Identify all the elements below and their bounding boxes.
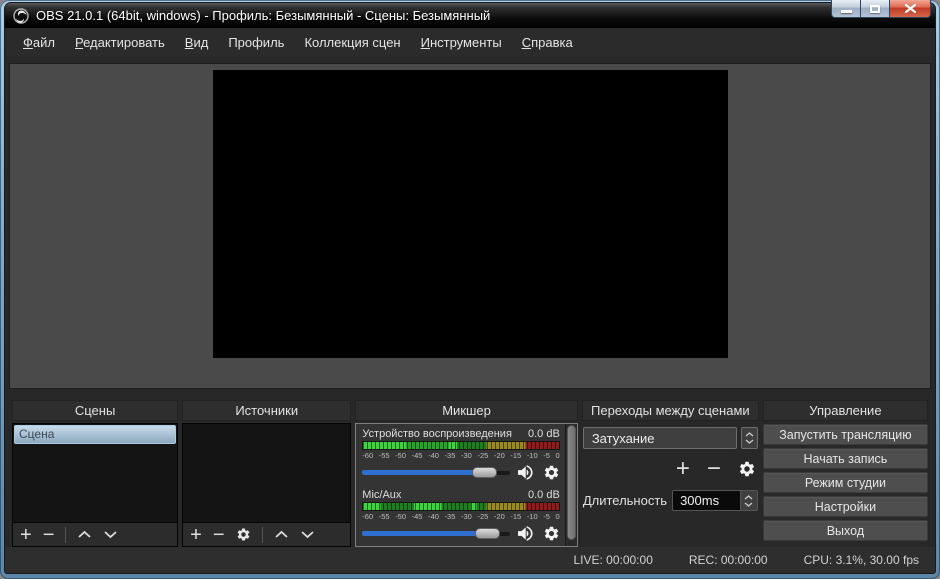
add-transition-button[interactable]: + xyxy=(676,457,690,481)
studio-mode-button[interactable]: Режим студии xyxy=(762,472,929,493)
channel-settings-gear-icon[interactable] xyxy=(543,464,560,481)
rec-time: REC: 00:00:00 xyxy=(688,553,768,567)
remove-transition-button[interactable]: − xyxy=(707,457,721,481)
menu-profile[interactable]: Профиль xyxy=(218,31,294,54)
toolbar-separator xyxy=(261,526,263,543)
close-button[interactable] xyxy=(889,0,931,18)
scenes-panel: Сцены Сцена + − xyxy=(12,400,179,547)
chevron-up-icon xyxy=(744,494,753,500)
mixer-panel: Микшер Устройство воспроизведения 0.0 dB… xyxy=(355,400,578,547)
scenes-toolbar: + − xyxy=(13,522,178,546)
source-properties-gear-icon[interactable] xyxy=(236,527,251,542)
sources-panel: Источники + − xyxy=(182,400,352,547)
sources-list[interactable] xyxy=(183,424,350,522)
scene-down-button[interactable] xyxy=(103,530,118,539)
volume-meter xyxy=(362,502,560,511)
settings-button[interactable]: Настройки xyxy=(762,496,929,517)
minimize-icon xyxy=(840,9,852,13)
controls-panel: Управление Запустить трансляцию Начать з… xyxy=(762,400,929,547)
mixer-channel-mic-aux: Mic/Aux 0.0 dB -60 -55 -50 -45 -40 -35 -30 -25-… xyxy=(362,488,560,544)
minimize-button[interactable] xyxy=(831,0,861,18)
dock-panels: Сцены Сцена + − Источники + − Микшер Уст… xyxy=(5,389,935,547)
window-frame: OBS 21.0.1 (64bit, windows) - Профиль: Б… xyxy=(0,0,940,579)
maximize-button[interactable] xyxy=(861,0,889,18)
start-recording-button[interactable]: Начать запись xyxy=(762,448,929,469)
window-controls xyxy=(831,0,931,18)
meter-scale: -60 -55 -50 -45 -40 -35 -30 -25 -20 -15 -10 -5 0 xyxy=(362,451,560,460)
volume-slider[interactable] xyxy=(362,527,510,540)
channel-name: Устройство воспроизведения xyxy=(362,428,512,440)
menu-tools[interactable]: Инструменты xyxy=(411,31,512,54)
toolbar-separator xyxy=(65,526,67,543)
start-streaming-button[interactable]: Запустить трансляцию xyxy=(762,424,929,445)
menu-scene-collection[interactable]: Коллекция сцен xyxy=(294,31,410,54)
preview-canvas[interactable] xyxy=(212,70,728,358)
chevron-down-icon xyxy=(744,501,753,507)
menu-bar: Файл Редактировать Вид Профиль Коллекция… xyxy=(5,28,935,56)
volume-slider-handle[interactable] xyxy=(471,466,497,478)
channel-settings-gear-icon[interactable] xyxy=(543,525,560,542)
duration-spinbox[interactable]: 300ms xyxy=(672,490,758,511)
speaker-icon[interactable] xyxy=(517,525,536,542)
channel-db-value: 0.0 dB xyxy=(528,489,560,501)
remove-source-button[interactable]: − xyxy=(213,525,225,545)
scenes-header[interactable]: Сцены xyxy=(12,400,179,421)
transition-selected-value: Затухание xyxy=(591,430,655,446)
source-down-button[interactable] xyxy=(300,530,315,539)
scene-list-item[interactable]: Сцена xyxy=(14,425,177,444)
duration-value[interactable]: 300ms xyxy=(673,491,740,510)
transitions-panel: Переходы между сценами Затухание + − Дли… xyxy=(581,400,759,547)
menu-help[interactable]: Справка xyxy=(512,31,583,54)
cpu-fps-stats: CPU: 3.1%, 30.00 fps xyxy=(803,553,919,567)
channel-db-value: 0.0 dB xyxy=(528,428,560,440)
mixer-scrollbar[interactable] xyxy=(564,424,577,546)
scenes-list[interactable]: Сцена xyxy=(13,424,177,522)
obs-window: OBS 21.0.1 (64bit, windows) - Профиль: Б… xyxy=(0,0,940,579)
duration-spinner[interactable] xyxy=(739,491,757,510)
controls-header[interactable]: Управление xyxy=(762,400,929,421)
live-time: LIVE: 00:00:00 xyxy=(573,553,653,567)
volume-slider-handle[interactable] xyxy=(474,527,500,539)
status-bar: LIVE: 00:00:00 REC: 00:00:00 CPU: 3.1%, … xyxy=(5,547,935,573)
menu-view[interactable]: Вид xyxy=(175,31,219,54)
transition-properties-gear-icon[interactable] xyxy=(738,460,756,478)
mixer-header[interactable]: Микшер xyxy=(355,400,578,421)
transition-select[interactable]: Затухание xyxy=(582,427,737,449)
close-icon xyxy=(904,3,916,13)
menu-file[interactable]: Файл xyxy=(13,31,65,54)
exit-button[interactable]: Выход xyxy=(762,520,929,541)
source-up-button[interactable] xyxy=(274,530,289,539)
preview-area xyxy=(9,63,931,389)
volume-meter xyxy=(362,441,560,450)
transition-spinner[interactable] xyxy=(740,427,758,449)
title-bar[interactable]: OBS 21.0.1 (64bit, windows) - Профиль: Б… xyxy=(5,3,935,28)
duration-label: Длительность xyxy=(582,493,668,508)
speaker-icon[interactable] xyxy=(517,464,536,481)
sources-toolbar: + − xyxy=(183,522,351,546)
mixer-channel-desktop-audio: Устройство воспроизведения 0.0 dB -60 -55… xyxy=(362,427,560,483)
chevron-down-icon xyxy=(745,439,754,444)
volume-slider[interactable] xyxy=(362,466,510,479)
window-title: OBS 21.0.1 (64bit, windows) - Профиль: Б… xyxy=(36,8,491,23)
menu-edit[interactable]: Редактировать xyxy=(65,31,175,54)
channel-name: Mic/Aux xyxy=(362,489,402,501)
maximize-icon xyxy=(870,5,880,13)
transitions-header[interactable]: Переходы между сценами xyxy=(581,400,759,421)
add-source-button[interactable]: + xyxy=(190,525,202,545)
obs-logo-icon xyxy=(13,7,29,24)
meter-scale: -60 -55 -50 -45 -40 -35 -30 -25 -20 -15 -10 -5 0 xyxy=(362,512,560,521)
scene-up-button[interactable] xyxy=(77,530,92,539)
sources-header[interactable]: Источники xyxy=(182,400,352,421)
add-scene-button[interactable]: + xyxy=(20,525,32,545)
chevron-up-icon xyxy=(745,432,754,437)
remove-scene-button[interactable]: − xyxy=(43,525,55,545)
